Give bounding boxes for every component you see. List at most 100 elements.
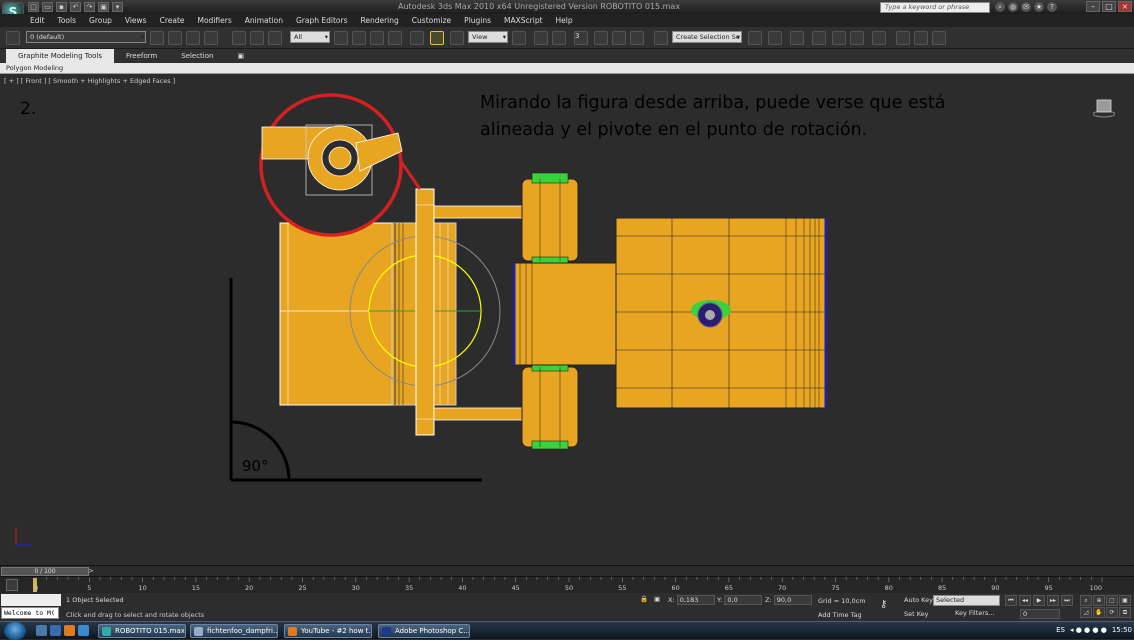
- lock-selection-icon[interactable]: 🔒: [640, 595, 648, 603]
- menu-animation[interactable]: Animation: [245, 14, 283, 27]
- set-key-button[interactable]: Set Key: [904, 610, 929, 618]
- percent-snap-icon[interactable]: [612, 31, 626, 45]
- material-editor-icon[interactable]: [872, 31, 886, 45]
- task-youtube[interactable]: YouTube - #2 how t...: [284, 624, 372, 638]
- maxscript-mini-listener[interactable]: Welcome to M(: [1, 607, 59, 619]
- help-icon[interactable]: ?: [1047, 2, 1057, 12]
- pivot-center-icon[interactable]: [512, 31, 526, 45]
- close-button[interactable]: ×: [1118, 1, 1132, 12]
- menu-group[interactable]: Group: [89, 14, 112, 27]
- subscription-icon[interactable]: ◍: [1008, 2, 1018, 12]
- next-frame-arrow-icon[interactable]: >: [88, 567, 94, 575]
- favorites-icon[interactable]: ★: [1034, 2, 1044, 12]
- trackbar[interactable]: 0 5 10 15 20 25 30 35 40 45 50 55 60 65 70 75 80 85 90 95 10…: [0, 576, 1134, 593]
- menu-edit[interactable]: Edit: [30, 14, 45, 27]
- angle-snap-icon[interactable]: [594, 31, 608, 45]
- z-field[interactable]: 90,0: [773, 595, 812, 605]
- select-object-icon[interactable]: [334, 31, 348, 45]
- bottom-wheel[interactable]: [521, 362, 579, 450]
- firefox-icon[interactable]: [64, 625, 75, 636]
- render-production-icon[interactable]: [932, 31, 946, 45]
- curve-editor-icon[interactable]: [832, 31, 846, 45]
- top-wheel[interactable]: [521, 172, 579, 266]
- hold-icon[interactable]: ▣: [98, 2, 109, 12]
- graphite-toggle-icon[interactable]: [812, 31, 826, 45]
- time-slider[interactable]: 0 / 100 >: [0, 565, 1134, 576]
- menu-modifiers[interactable]: Modifiers: [198, 14, 232, 27]
- time-slider-thumb[interactable]: 0 / 100: [1, 567, 89, 576]
- tab-freeform[interactable]: Freeform: [114, 49, 169, 63]
- layer-explorer-icon[interactable]: [790, 31, 804, 45]
- bind-space-warp-icon[interactable]: [268, 31, 282, 45]
- link-icon[interactable]: [150, 31, 164, 45]
- selection-filter-dropdown[interactable]: All: [290, 31, 330, 43]
- minimize-button[interactable]: –: [1086, 1, 1100, 12]
- maximize-viewport-icon[interactable]: ⧉: [1119, 607, 1131, 618]
- communication-icon[interactable]: ✉: [1021, 2, 1031, 12]
- quick-access-dropdown-icon[interactable]: ▾: [112, 2, 123, 12]
- zoom-extents-icon[interactable]: ▢: [1106, 595, 1118, 606]
- add-time-tag-button[interactable]: Add Time Tag: [818, 611, 862, 619]
- new-file-icon[interactable]: □: [28, 2, 39, 12]
- unlink-icon[interactable]: [250, 31, 264, 45]
- menu-create[interactable]: Create: [160, 14, 185, 27]
- viewcube-icon[interactable]: [1093, 97, 1115, 119]
- scene-canvas[interactable]: [0, 75, 1134, 565]
- tray-icons[interactable]: ◂ ● ● ● ●: [1070, 626, 1107, 634]
- tab-selection[interactable]: Selection: [169, 49, 225, 63]
- zoom-extents-all-icon[interactable]: ▣: [1119, 595, 1131, 606]
- joint-column[interactable]: [415, 188, 525, 436]
- pan-icon[interactable]: ✋: [1093, 607, 1105, 618]
- start-button[interactable]: [4, 622, 26, 640]
- orbit-icon[interactable]: ⟳: [1106, 607, 1118, 618]
- align-icon[interactable]: [768, 31, 782, 45]
- layer-manager-icon[interactable]: [6, 31, 20, 45]
- language-indicator[interactable]: ES: [1056, 626, 1065, 634]
- clock[interactable]: 15:50: [1112, 626, 1132, 634]
- move-icon[interactable]: [410, 31, 424, 45]
- maxscript-listener-mini[interactable]: [1, 594, 61, 606]
- window-crossing-icon[interactable]: [388, 31, 402, 45]
- reference-coordinate-dropdown[interactable]: View: [468, 31, 508, 43]
- spinner-snap-icon[interactable]: [630, 31, 644, 45]
- keyboard-shortcut-icon[interactable]: [552, 31, 566, 45]
- scale-icon[interactable]: [450, 31, 464, 45]
- current-frame-field[interactable]: 0: [1020, 609, 1060, 619]
- tab-graphite-modeling-tools[interactable]: Graphite Modeling Tools: [6, 49, 115, 63]
- zoom-icon[interactable]: ⌕: [1080, 595, 1092, 606]
- select-layer-icon[interactable]: [186, 31, 200, 45]
- set-key-icon[interactable]: ⚷: [880, 599, 887, 610]
- viewport[interactable]: [ + ] [ Front ] [ Smooth + Highlights + …: [0, 75, 1134, 565]
- task-3dsmax[interactable]: ROBOTITO 015.max ...: [98, 624, 186, 638]
- menu-help[interactable]: Help: [556, 14, 573, 27]
- ie-icon[interactable]: [78, 625, 89, 636]
- menu-maxscript[interactable]: MAXScript: [504, 14, 543, 27]
- menu-views[interactable]: Views: [125, 14, 147, 27]
- menu-graph-editors[interactable]: Graph Editors: [296, 14, 348, 27]
- menu-customize[interactable]: Customize: [412, 14, 451, 27]
- absolute-mode-icon[interactable]: ▣: [654, 595, 660, 603]
- field-of-view-icon[interactable]: ◿: [1080, 607, 1092, 618]
- play-icon[interactable]: ▶: [1033, 595, 1045, 606]
- auto-key-button[interactable]: Auto Key: [904, 596, 933, 604]
- next-frame-icon[interactable]: ▸▸: [1047, 595, 1059, 606]
- schematic-view-icon[interactable]: [850, 31, 864, 45]
- mirror-icon[interactable]: [748, 31, 762, 45]
- menu-rendering[interactable]: Rendering: [360, 14, 398, 27]
- explorer-icon[interactable]: [50, 625, 61, 636]
- select-by-name-icon[interactable]: [352, 31, 366, 45]
- viewport-label[interactable]: [ + ] [ Front ] [ Smooth + Highlights + …: [4, 77, 175, 85]
- menu-plugins[interactable]: Plugins: [464, 14, 491, 27]
- select-manipulate-icon[interactable]: [534, 31, 548, 45]
- help-search-input[interactable]: Type a keyword or phrase: [880, 2, 990, 13]
- open-file-icon[interactable]: ▭: [42, 2, 53, 12]
- maximize-button[interactable]: □: [1102, 1, 1116, 12]
- key-mode-dropdown[interactable]: Selected: [933, 595, 1000, 606]
- layer-properties-icon[interactable]: [204, 31, 218, 45]
- redo-icon[interactable]: ↷: [84, 2, 95, 12]
- menu-tools[interactable]: Tools: [58, 14, 76, 27]
- task-fichtenfoo[interactable]: fichtenfoo_dampfri...: [190, 624, 278, 638]
- add-layer-icon[interactable]: [168, 31, 182, 45]
- rendered-frame-window-icon[interactable]: [914, 31, 928, 45]
- select-link-icon[interactable]: [232, 31, 246, 45]
